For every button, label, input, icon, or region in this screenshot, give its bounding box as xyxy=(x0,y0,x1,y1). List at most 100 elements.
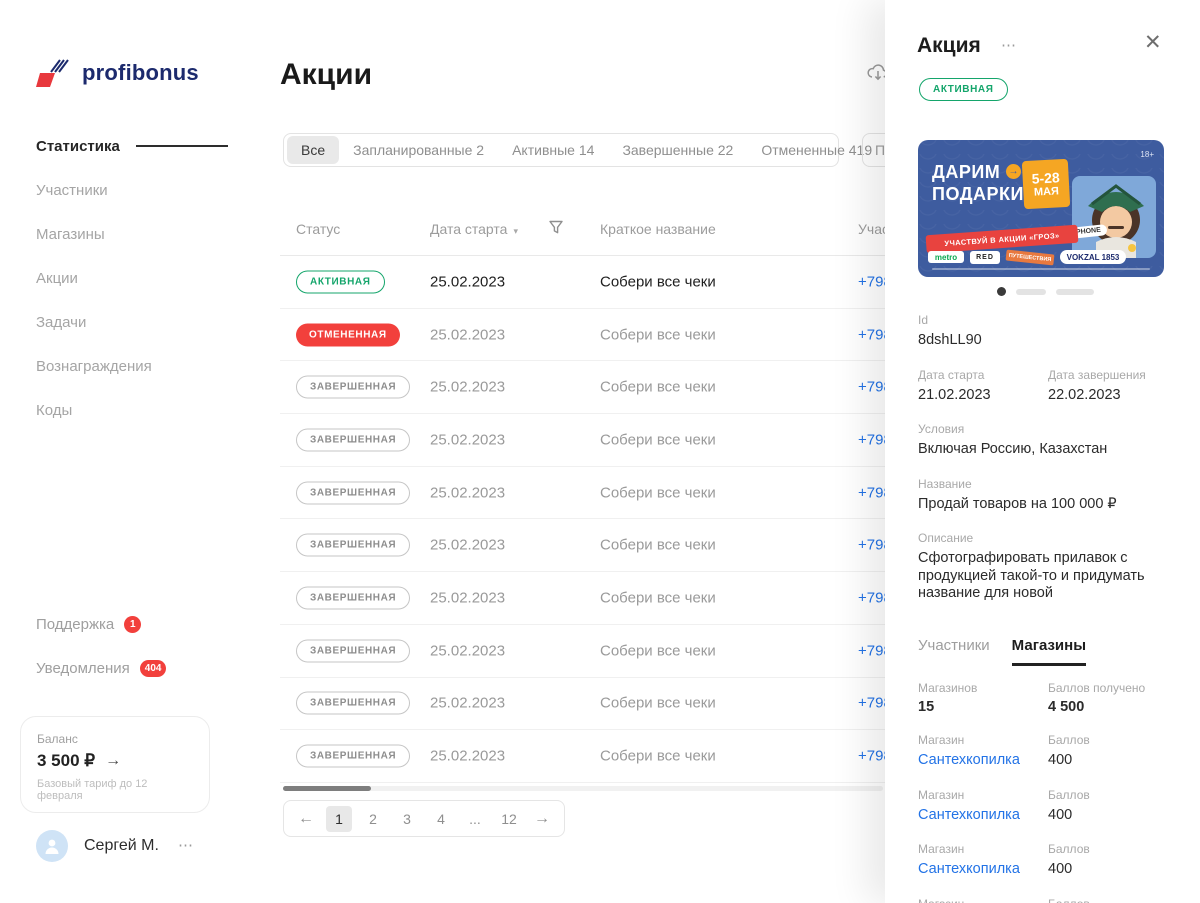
pagination-prev-icon[interactable]: ← xyxy=(298,810,314,828)
stat-points-value: 4 500 xyxy=(1048,699,1085,715)
promo-banner-image[interactable]: ДАРИМ ПОДАРКИ → 5-28 МАЯ 18+ PHONE УЧАСТ… xyxy=(918,140,1164,277)
cell-start-date: 25.02.2023 xyxy=(430,589,506,607)
arrow-right-icon: → xyxy=(105,752,122,769)
promo-text-2: ПОДАРКИ xyxy=(932,184,1024,204)
shop-points-label: Баллов xyxy=(1048,842,1090,856)
shop-points-label: Баллов xyxy=(1048,787,1090,802)
table-row[interactable]: ЗАВЕРШЕННАЯ 25.02.2023 Собери все чеки +… xyxy=(280,467,900,520)
shop-list-item: Магазин Сантехкопилка Баллов 400 xyxy=(918,836,1170,891)
sidebar-item-support[interactable]: Поддержка 1 xyxy=(36,616,142,633)
stat-points-label: Баллов получено xyxy=(1048,681,1146,695)
filter-funnel-icon[interactable] xyxy=(548,219,564,236)
logo[interactable]: profibonus xyxy=(36,56,199,90)
filter-tab[interactable]: Активные 14 xyxy=(498,136,608,164)
status-badge: ЗАВЕРШЕННАЯ xyxy=(296,639,411,663)
shop-name-link[interactable]: Сантехкопилка xyxy=(918,807,1020,823)
filter-tab[interactable]: Завершенные 22 xyxy=(608,136,747,164)
field-start-value: 21.02.2023 xyxy=(918,387,991,403)
sidebar-nav-item[interactable]: Статистика xyxy=(36,124,228,168)
sidebar-nav-item[interactable]: Магазины xyxy=(36,212,228,256)
filter-tab-label: Запланированные 2 xyxy=(353,142,485,158)
close-icon[interactable]: ✕ xyxy=(1144,32,1162,53)
pagination: ← 1 2 3 4... 12 → xyxy=(283,800,565,837)
promo-character xyxy=(1072,176,1156,258)
status-badge: ЗАВЕРШЕННАЯ xyxy=(296,533,411,557)
horizontal-scrollbar-track[interactable] xyxy=(283,786,883,791)
cell-short-name: Собери все чеки xyxy=(600,273,716,291)
table-row[interactable]: ЗАВЕРШЕННАЯ 25.02.2023 Собери все чеки +… xyxy=(280,519,900,573)
horizontal-scrollbar-thumb[interactable] xyxy=(283,786,371,791)
shop-points-label-partial: Баллов xyxy=(1048,897,1090,903)
pagination-next-icon[interactable]: → xyxy=(534,810,550,828)
shop-name-link[interactable]: Сантехкопилка xyxy=(918,861,1020,877)
sidebar-nav-label: Магазины xyxy=(36,225,105,243)
sidebar-nav-item[interactable]: Задачи xyxy=(36,300,228,344)
shop-list-item: Магазин Сантехкопилка Баллов 400 xyxy=(918,782,1170,837)
sidebar-nav-item[interactable]: Акции xyxy=(36,256,228,300)
status-badge: ЗАВЕРШЕННАЯ xyxy=(296,375,411,399)
main-content: Акции Все Запланированные 2 Активные 14 … xyxy=(280,0,1012,903)
travel-ribbon-logo: ПУТЕШЕСТВИЯ xyxy=(1005,249,1055,265)
filter-tab[interactable]: Все xyxy=(287,136,340,164)
promo-arrow-icon: → xyxy=(1006,164,1021,179)
carousel-dot[interactable] xyxy=(1056,288,1094,295)
table-row[interactable]: ЗАВЕРШЕННАЯ 25.02.2023 Собери все чеки +… xyxy=(280,678,900,731)
balance-amount: 3 500 ₽ → xyxy=(37,751,193,771)
promotions-table: АКТИВНАЯ 25.02.2023 Собери все чеки +798… xyxy=(280,256,900,783)
sidebar-nav-label: Коды xyxy=(36,401,73,419)
status-badge: ЗАВЕРШЕННАЯ xyxy=(296,481,411,505)
panel-tab[interactable]: Магазины xyxy=(1011,637,1087,666)
pagination-page[interactable]: 12 xyxy=(496,806,522,832)
panel-tab[interactable]: Участники xyxy=(918,637,990,666)
app-root: profibonus Статистика Участники Магазины… xyxy=(0,0,1200,903)
user-menu-icon[interactable]: ⋯ xyxy=(178,836,195,854)
field-description-value: Сфотографировать прилавок с продукцией т… xyxy=(918,550,1145,601)
table-row[interactable]: ЗАВЕРШЕННАЯ 25.02.2023 Собери все чеки +… xyxy=(280,625,900,678)
table-row[interactable]: ЗАВЕРШЕННАЯ 25.02.2023 Собери все чеки +… xyxy=(280,572,900,625)
status-badge: ЗАВЕРШЕННАЯ xyxy=(296,691,411,715)
sidebar-nav: Статистика Участники Магазины Акции Зада… xyxy=(36,124,228,432)
balance-value: 3 500 ₽ xyxy=(37,751,96,770)
table-row[interactable]: АКТИВНАЯ 25.02.2023 Собери все чеки +798 xyxy=(280,256,900,309)
field-name-value: Продай товаров на 100 000 ₽ xyxy=(918,496,1117,512)
column-date[interactable]: Дата старта ▾ xyxy=(430,221,518,237)
cell-start-date: 25.02.2023 xyxy=(430,326,506,344)
pagination-page[interactable]: 2 xyxy=(360,806,386,832)
sidebar-nav-item[interactable]: Коды xyxy=(36,388,228,432)
field-conditions-label: Условия xyxy=(918,422,965,436)
metro-logo: metro xyxy=(928,251,964,263)
pagination-page[interactable]: ... xyxy=(462,806,488,832)
image-carousel-indicators xyxy=(997,287,1094,296)
pagination-page[interactable]: 3 xyxy=(394,806,420,832)
panel-menu-icon[interactable]: ⋯ xyxy=(1001,36,1018,54)
shop-label: Магазин xyxy=(918,842,965,856)
carousel-dot[interactable] xyxy=(1016,288,1046,295)
cell-short-name: Собери все чеки xyxy=(600,747,716,765)
shop-label-partial: Магазин xyxy=(918,897,964,903)
pagination-page[interactable]: 4 xyxy=(428,806,454,832)
cell-short-name: Собери все чеки xyxy=(600,484,716,502)
person-icon xyxy=(45,839,59,854)
user-row[interactable]: Сергей М. ⋯ xyxy=(36,830,196,862)
sidebar-nav-item[interactable]: Участники xyxy=(36,168,228,212)
table-row[interactable]: ЗАВЕРШЕННАЯ 25.02.2023 Собери все чеки +… xyxy=(280,730,900,783)
shop-name-link[interactable]: Сантехкопилка xyxy=(918,752,1020,768)
avatar xyxy=(36,830,68,862)
table-row[interactable]: ЗАВЕРШЕННАЯ 25.02.2023 Собери все чеки +… xyxy=(280,414,900,467)
red-logo: RED xyxy=(970,250,1000,264)
balance-card[interactable]: Баланс 3 500 ₽ → Базовый тариф до 12 фев… xyxy=(20,716,210,813)
filter-tab[interactable]: Запланированные 2 xyxy=(339,136,498,164)
logo-text: profibonus xyxy=(82,60,199,85)
shop-points-label: Баллов xyxy=(1048,733,1090,747)
table-row[interactable]: ОТМЕНЕННАЯ 25.02.2023 Собери все чеки +7… xyxy=(280,309,900,362)
shops-list: Магазин Сантехкопилка Баллов 400 Магазин… xyxy=(918,727,1170,891)
sidebar-item-notifications[interactable]: Уведомления 404 xyxy=(36,660,167,677)
stat-shops-label: Магазинов xyxy=(918,681,978,695)
cell-start-date: 25.02.2023 xyxy=(430,378,506,396)
carousel-dot-active[interactable] xyxy=(997,287,1006,296)
filter-tab-label: Все xyxy=(301,142,326,158)
table-row[interactable]: ЗАВЕРШЕННАЯ 25.02.2023 Собери все чеки +… xyxy=(280,361,900,415)
pagination-page[interactable]: 1 xyxy=(326,805,352,832)
sidebar-nav-item[interactable]: Вознаграждения xyxy=(36,344,228,388)
cell-short-name: Собери все чеки xyxy=(600,536,716,554)
